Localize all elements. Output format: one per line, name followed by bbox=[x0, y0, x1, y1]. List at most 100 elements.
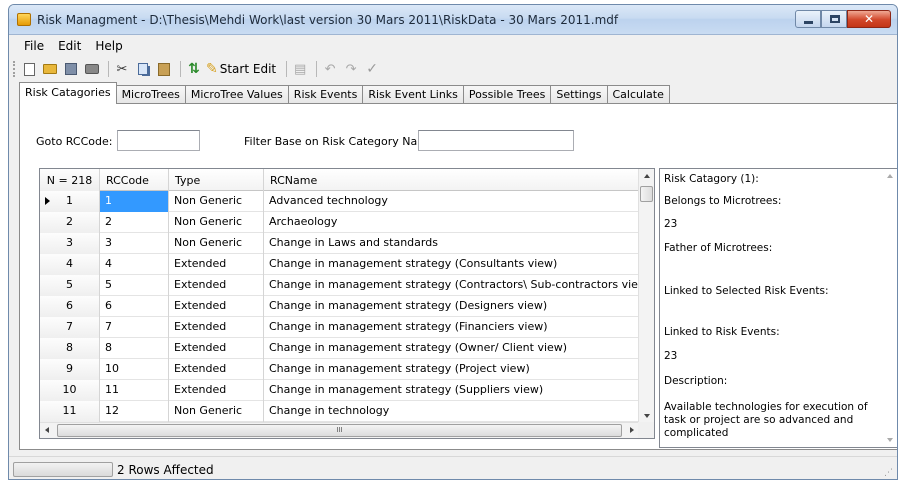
horizontal-scroll-thumb[interactable]: III bbox=[57, 424, 622, 437]
header-rcname[interactable]: RCName bbox=[264, 169, 640, 191]
resize-grip-icon[interactable]: ⋰ bbox=[884, 468, 893, 478]
scroll-left-icon[interactable] bbox=[45, 427, 49, 433]
cell-rccode[interactable]: 10 bbox=[100, 359, 169, 380]
close-button[interactable]: ✕ bbox=[847, 10, 891, 28]
category-info-box[interactable]: Risk Catagory (1): Belongs to Microtrees… bbox=[659, 168, 897, 448]
table-row[interactable]: 9 10 Extended Change in management strat… bbox=[40, 359, 640, 380]
refresh-button[interactable]: ⇅ bbox=[185, 60, 203, 78]
row-header[interactable]: 9 bbox=[40, 359, 100, 380]
cell-type[interactable]: Extended bbox=[169, 296, 264, 317]
cell-type[interactable]: Non Generic bbox=[169, 212, 264, 233]
cell-rcname[interactable]: Archaeology bbox=[264, 212, 640, 233]
cell-rccode[interactable]: 7 bbox=[100, 317, 169, 338]
cell-type[interactable]: Extended bbox=[169, 338, 264, 359]
undo-button[interactable]: ↶ bbox=[321, 60, 339, 78]
cell-rccode[interactable]: 6 bbox=[100, 296, 169, 317]
open-button[interactable] bbox=[41, 60, 59, 78]
tab-risk-catagories[interactable]: Risk Catagories bbox=[19, 82, 117, 104]
grid-vertical-scrollbar[interactable] bbox=[638, 169, 654, 423]
cut-button[interactable]: ✂ bbox=[113, 60, 131, 78]
tab-possible-trees[interactable]: Possible Trees bbox=[462, 85, 552, 104]
grid-horizontal-scrollbar[interactable]: III bbox=[40, 422, 639, 438]
table-row[interactable]: 8 8 Extended Change in management strate… bbox=[40, 338, 640, 359]
tab-settings[interactable]: Settings bbox=[550, 85, 608, 104]
cell-type[interactable]: Non Generic bbox=[169, 401, 264, 422]
tab-calculate[interactable]: Calculate bbox=[606, 85, 670, 104]
table-row[interactable]: 3 3 Non Generic Change in Laws and stand… bbox=[40, 233, 640, 254]
print-button[interactable] bbox=[83, 60, 101, 78]
cell-type[interactable]: Extended bbox=[169, 317, 264, 338]
menu-help[interactable]: Help bbox=[88, 36, 129, 56]
info-scrollbar[interactable] bbox=[881, 169, 897, 447]
cell-type[interactable]: Non Generic bbox=[169, 191, 264, 212]
minimize-button[interactable] bbox=[795, 10, 821, 28]
cell-rcname[interactable]: Change in management strategy (Project v… bbox=[264, 359, 640, 380]
row-header[interactable]: 5 bbox=[40, 275, 100, 296]
row-header[interactable]: 3 bbox=[40, 233, 100, 254]
scroll-up-icon[interactable] bbox=[644, 174, 650, 178]
risk-category-grid[interactable]: N = 218 RCCode Type RCName 1 1 Non Gener… bbox=[39, 168, 655, 439]
header-type[interactable]: Type bbox=[169, 169, 264, 191]
cell-rcname[interactable]: Change in Laws and standards bbox=[264, 233, 640, 254]
goto-rccode-input[interactable] bbox=[117, 130, 200, 151]
copy-button[interactable] bbox=[134, 60, 152, 78]
row-header[interactable]: 8 bbox=[40, 338, 100, 359]
cell-rccode[interactable]: 3 bbox=[100, 233, 169, 254]
cell-rcname[interactable]: Advanced technology bbox=[264, 191, 640, 212]
menu-file[interactable]: File bbox=[17, 36, 51, 56]
row-header[interactable]: 7 bbox=[40, 317, 100, 338]
cell-rccode[interactable]: 4 bbox=[100, 254, 169, 275]
scroll-right-icon[interactable] bbox=[630, 427, 634, 433]
redo-button[interactable]: ↷ bbox=[342, 60, 360, 78]
cell-rcname[interactable]: Change in management strategy (Owner/ Cl… bbox=[264, 338, 640, 359]
row-header[interactable]: 1 bbox=[40, 191, 100, 212]
tab-microtrees[interactable]: MicroTrees bbox=[115, 85, 186, 104]
table-row[interactable]: 11 12 Non Generic Change in technology bbox=[40, 401, 640, 422]
cell-rcname[interactable]: Change in technology bbox=[264, 401, 640, 422]
tab-risk-events[interactable]: Risk Events bbox=[287, 85, 364, 104]
row-header[interactable]: 11 bbox=[40, 401, 100, 422]
cell-type[interactable]: Extended bbox=[169, 254, 264, 275]
cell-type[interactable]: Extended bbox=[169, 359, 264, 380]
cell-rcname[interactable]: Change in management strategy (Consultan… bbox=[264, 254, 640, 275]
accept-button[interactable]: ✓ bbox=[363, 60, 381, 78]
table-row[interactable]: 6 6 Extended Change in management strate… bbox=[40, 296, 640, 317]
cell-rccode[interactable]: 5 bbox=[100, 275, 169, 296]
tab-risk-event-links[interactable]: Risk Event Links bbox=[362, 85, 464, 104]
cell-type[interactable]: Extended bbox=[169, 380, 264, 401]
cell-rcname[interactable]: Change in management strategy (Designers… bbox=[264, 296, 640, 317]
cell-rccode[interactable]: 12 bbox=[100, 401, 169, 422]
header-row-count[interactable]: N = 218 bbox=[40, 169, 100, 191]
menu-edit[interactable]: Edit bbox=[51, 36, 88, 56]
title-bar[interactable]: Risk Managment - D:\Thesis\Mehdi Work\la… bbox=[9, 5, 897, 35]
table-row[interactable]: 5 5 Extended Change in management strate… bbox=[40, 275, 640, 296]
scroll-down-icon[interactable] bbox=[887, 438, 893, 442]
cell-type[interactable]: Extended bbox=[169, 275, 264, 296]
tab-microtree-values[interactable]: MicroTree Values bbox=[184, 85, 289, 104]
cell-type[interactable]: Non Generic bbox=[169, 233, 264, 254]
cell-rcname[interactable]: Change in management strategy (Suppliers… bbox=[264, 380, 640, 401]
grid-button[interactable]: ▤ bbox=[291, 60, 309, 78]
row-header[interactable]: 10 bbox=[40, 380, 100, 401]
table-row[interactable]: 1 1 Non Generic Advanced technology bbox=[40, 191, 640, 212]
cell-rccode[interactable]: 11 bbox=[100, 380, 169, 401]
maximize-button[interactable] bbox=[821, 10, 847, 28]
table-row[interactable]: 7 7 Extended Change in management strate… bbox=[40, 317, 640, 338]
toolbar-grip[interactable] bbox=[13, 61, 16, 77]
cell-rcname[interactable]: Change in management strategy (Contracto… bbox=[264, 275, 640, 296]
cell-rcname[interactable]: Change in management strategy (Financier… bbox=[264, 317, 640, 338]
paste-button[interactable] bbox=[155, 60, 173, 78]
table-row[interactable]: 4 4 Extended Change in management strate… bbox=[40, 254, 640, 275]
header-rccode[interactable]: RCCode bbox=[100, 169, 169, 191]
table-row[interactable]: 2 2 Non Generic Archaeology bbox=[40, 212, 640, 233]
scroll-down-icon[interactable] bbox=[644, 414, 650, 418]
table-row[interactable]: 10 11 Extended Change in management stra… bbox=[40, 380, 640, 401]
cell-rccode[interactable]: 1 bbox=[100, 191, 169, 212]
cell-rccode[interactable]: 2 bbox=[100, 212, 169, 233]
scroll-up-icon[interactable] bbox=[887, 174, 893, 178]
save-button[interactable] bbox=[62, 60, 80, 78]
start-edit-button[interactable]: ✎ Start Edit bbox=[206, 61, 276, 77]
row-header[interactable]: 2 bbox=[40, 212, 100, 233]
row-header[interactable]: 6 bbox=[40, 296, 100, 317]
cell-rccode[interactable]: 8 bbox=[100, 338, 169, 359]
